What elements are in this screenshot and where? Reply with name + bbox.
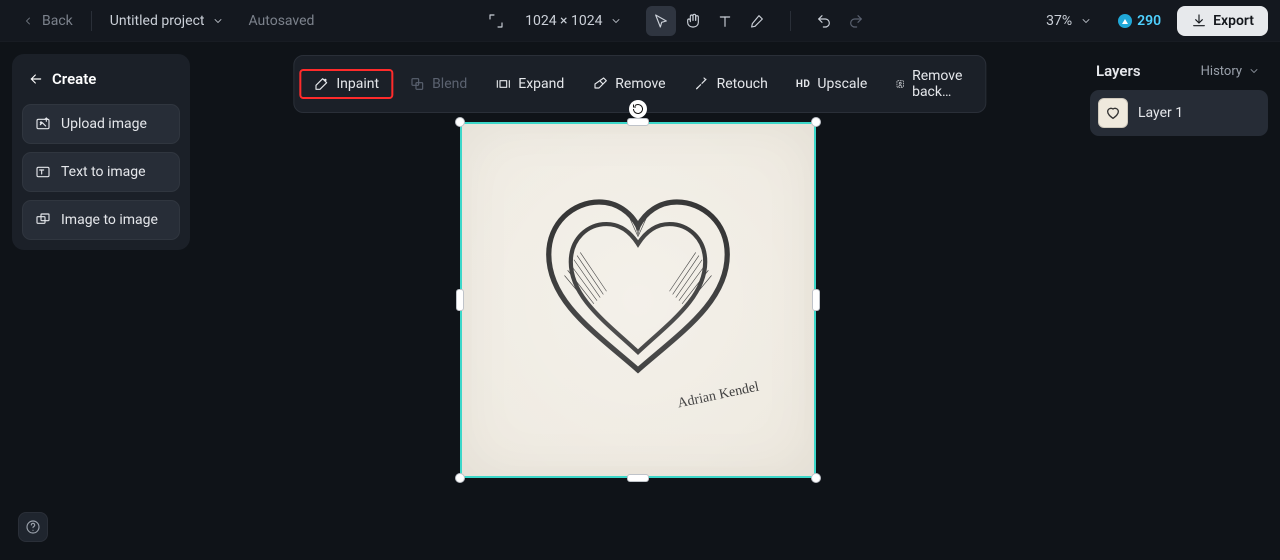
- canvas-size-value: 1024 × 1024: [525, 13, 602, 29]
- chevron-down-icon: [1246, 63, 1262, 79]
- text2img-label: Text to image: [61, 164, 146, 180]
- tool-cluster: [646, 6, 772, 36]
- back-label: Back: [42, 13, 73, 29]
- help-button[interactable]: [18, 512, 48, 542]
- rotate-handle[interactable]: [629, 100, 647, 118]
- resize-handle-tl[interactable]: [455, 117, 465, 127]
- retouch-label: Retouch: [717, 76, 768, 92]
- credit-icon: [1118, 14, 1132, 28]
- resize-handle-br[interactable]: [811, 473, 821, 483]
- text-tool[interactable]: [710, 6, 740, 36]
- select-tool[interactable]: [646, 6, 676, 36]
- inpaint-label: Inpaint: [336, 76, 379, 92]
- blend-icon: [409, 76, 425, 92]
- history-label: History: [1201, 64, 1242, 79]
- back-button[interactable]: Back: [12, 8, 81, 34]
- resize-handle-top[interactable]: [627, 118, 649, 126]
- chevron-down-icon: [210, 13, 226, 29]
- blend-button: Blend: [397, 69, 479, 99]
- zoom-value: 37%: [1046, 13, 1072, 29]
- help-icon: [25, 519, 41, 535]
- project-name: Untitled project: [110, 13, 205, 29]
- resize-handle-left[interactable]: [456, 289, 464, 311]
- chevron-down-icon: [1078, 13, 1094, 29]
- create-panel: Create Upload image Text to image Image …: [12, 54, 190, 250]
- layer-name: Layer 1: [1138, 105, 1183, 121]
- brush-icon: [749, 13, 765, 29]
- upscale-button[interactable]: HD Upscale: [784, 69, 880, 99]
- canvas-size-dropdown[interactable]: 1024 × 1024: [517, 8, 632, 34]
- hd-icon: HD: [796, 79, 811, 90]
- text-icon: [717, 13, 733, 29]
- divider: [790, 11, 791, 31]
- expand-button[interactable]: Expand: [483, 69, 576, 99]
- brush-tool[interactable]: [742, 6, 772, 36]
- layers-title: Layers: [1096, 62, 1141, 80]
- expand-icon: [495, 76, 511, 92]
- chevron-left-icon: [20, 13, 36, 29]
- back-arrow-icon: [28, 71, 44, 87]
- resize-handle-right[interactable]: [812, 289, 820, 311]
- remove-bg-icon: [895, 76, 905, 92]
- resize-handle-bottom[interactable]: [627, 474, 649, 482]
- remove-background-button[interactable]: Remove back…: [883, 61, 980, 107]
- layers-panel: Layers History Layer 1: [1090, 54, 1268, 136]
- text-to-image-icon: [35, 164, 51, 180]
- resize-canvas-button[interactable]: [481, 6, 511, 36]
- retouch-icon: [694, 76, 710, 92]
- layer-thumbnail: [1098, 98, 1128, 128]
- remove-label: Remove: [615, 76, 665, 92]
- eraser-icon: [592, 76, 608, 92]
- undo-icon: [816, 13, 832, 29]
- image-to-image-button[interactable]: Image to image: [22, 200, 180, 240]
- divider: [91, 11, 92, 31]
- layer-item[interactable]: Layer 1: [1090, 90, 1268, 136]
- inpaint-icon: [313, 76, 329, 92]
- img2img-label: Image to image: [61, 212, 158, 228]
- inpaint-button[interactable]: Inpaint: [299, 69, 393, 99]
- removebg-label: Remove back…: [912, 68, 969, 100]
- blend-label: Blend: [432, 76, 467, 92]
- create-title: Create: [52, 70, 96, 88]
- resize-icon: [488, 13, 504, 29]
- hand-tool[interactable]: [678, 6, 708, 36]
- credits-value: 290: [1137, 13, 1161, 29]
- history-cluster: [809, 6, 871, 36]
- upload-image-icon: [35, 116, 51, 132]
- chevron-down-icon: [608, 13, 624, 29]
- autosaved-label: Autosaved: [248, 13, 314, 29]
- export-label: Export: [1213, 13, 1254, 29]
- resize-handle-bl[interactable]: [455, 473, 465, 483]
- upload-image-button[interactable]: Upload image: [22, 104, 180, 144]
- top-bar: Back Untitled project Autosaved 1024 × 1…: [0, 0, 1280, 42]
- selection-outline: [460, 122, 816, 478]
- zoom-dropdown[interactable]: 37%: [1038, 8, 1102, 34]
- canvas-selection[interactable]: Adrian Kendel: [460, 122, 816, 478]
- image-to-image-icon: [35, 212, 51, 228]
- credits-button[interactable]: 290: [1108, 9, 1171, 33]
- cursor-icon: [653, 13, 669, 29]
- undo-button[interactable]: [809, 6, 839, 36]
- remove-button[interactable]: Remove: [580, 69, 677, 99]
- export-button[interactable]: Export: [1177, 6, 1268, 36]
- redo-icon: [848, 13, 864, 29]
- download-icon: [1191, 13, 1207, 29]
- project-name-dropdown[interactable]: Untitled project: [102, 8, 235, 34]
- autosaved-status: Autosaved: [240, 8, 322, 34]
- retouch-button[interactable]: Retouch: [682, 69, 780, 99]
- resize-handle-tr[interactable]: [811, 117, 821, 127]
- redo-button[interactable]: [841, 6, 871, 36]
- history-dropdown[interactable]: History: [1201, 63, 1262, 79]
- text-to-image-button[interactable]: Text to image: [22, 152, 180, 192]
- upscale-label: Upscale: [817, 76, 867, 92]
- create-header[interactable]: Create: [22, 64, 180, 96]
- hand-icon: [685, 13, 701, 29]
- upload-label: Upload image: [61, 116, 147, 132]
- expand-label: Expand: [518, 76, 564, 92]
